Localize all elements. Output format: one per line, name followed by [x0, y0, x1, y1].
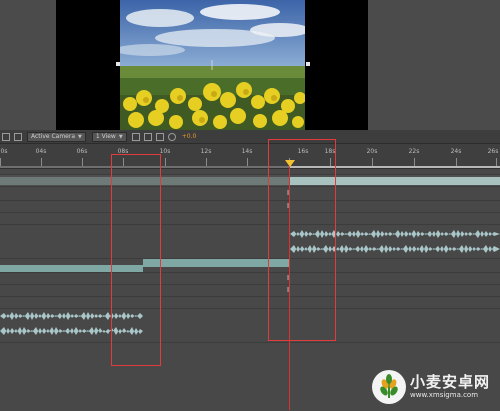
chevron-down-icon: ▼ — [118, 133, 123, 140]
ruler-tick-label: 14s — [241, 148, 253, 155]
watermark: 小麦安卓网 www.xmsigma.com — [372, 370, 490, 404]
active-camera-select[interactable]: Active Camera ▼ — [27, 131, 86, 142]
layer-track[interactable]: I — [0, 186, 500, 201]
ruler-tick-label: 20s — [366, 148, 378, 155]
audio-track[interactable] — [0, 308, 500, 343]
watermark-url: www.xmsigma.com — [410, 391, 479, 399]
right-edge-handle[interactable] — [306, 62, 310, 66]
exposure-value[interactable]: +0.0 — [182, 133, 197, 140]
grid-icon[interactable] — [2, 132, 10, 141]
ruler-tick — [247, 158, 248, 166]
time-ruler[interactable]: 0s 04s 06s 08s 10s 12s 14s 16s 18s 20s 2… — [0, 144, 500, 169]
ruler-tick — [414, 158, 415, 166]
highlight-box-left — [111, 154, 161, 366]
composition-viewer — [0, 0, 500, 130]
highlight-box-right — [268, 139, 336, 341]
fast-preview-icon[interactable] — [143, 132, 152, 141]
audio-track[interactable] — [0, 224, 500, 259]
wheat-logo-icon — [372, 370, 406, 404]
ruler-tick-label: 12s — [200, 148, 212, 155]
ruler-tick-label: 26s — [487, 148, 499, 155]
ruler-tick-label: 10s — [159, 148, 171, 155]
chevron-down-icon: ▼ — [78, 133, 82, 140]
watermark-title: 小麦安卓网 — [410, 373, 491, 391]
watermark-text: 小麦安卓网 www.xmsigma.com — [410, 374, 490, 400]
resolution-icon[interactable] — [14, 132, 22, 141]
ruler-tick-label: 0s — [0, 148, 8, 155]
ruler-tick-label: 06s — [76, 148, 88, 155]
active-camera-label: Active Camera — [31, 132, 76, 140]
ruler-tick — [165, 158, 166, 166]
ruler-tick — [372, 158, 373, 166]
ruler-tick — [456, 158, 457, 166]
composition-canvas[interactable] — [56, 0, 368, 130]
ruler-tick — [41, 158, 42, 166]
transparency-grid-icon[interactable] — [155, 132, 164, 141]
viewer-toolbar: Active Camera ▼ 1 View ▼ +0.0 — [0, 130, 500, 144]
ruler-tick — [82, 158, 83, 166]
view-layout-label: 1 View — [95, 132, 116, 140]
ruler-tick-label: 22s — [408, 148, 420, 155]
left-edge-handle[interactable] — [116, 62, 120, 66]
layer-track[interactable] — [0, 258, 500, 273]
ruler-tick — [496, 158, 497, 166]
reset-exposure-icon[interactable] — [167, 132, 176, 141]
ruler-tick-label: 04s — [35, 148, 47, 155]
region-icon[interactable] — [131, 132, 140, 141]
ruler-tick — [0, 158, 1, 166]
ruler-tick-label: 24s — [450, 148, 462, 155]
composition-preview-image — [120, 0, 305, 130]
view-layout-select[interactable]: 1 View ▼ — [91, 131, 127, 142]
ruler-tick — [206, 158, 207, 166]
